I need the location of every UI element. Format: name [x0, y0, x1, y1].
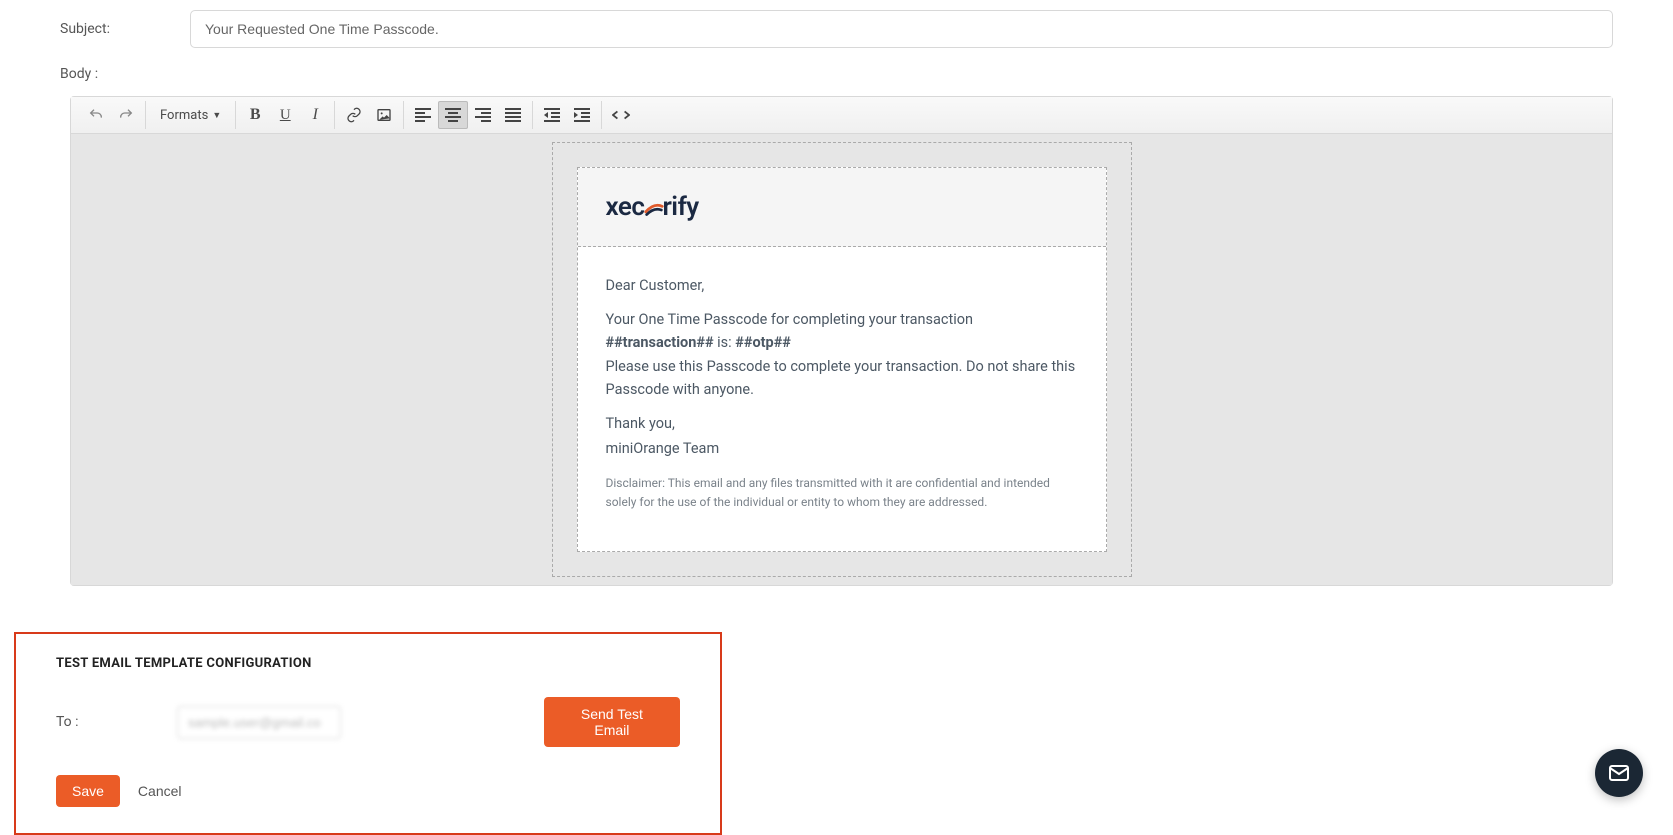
save-button[interactable]: Save [56, 775, 120, 807]
email-team: miniOrange Team [606, 438, 1078, 460]
email-thank: Thank you, [606, 413, 1078, 435]
outdent-icon[interactable] [537, 101, 567, 129]
test-section-title: TEST EMAIL TEMPLATE CONFIGURATION [56, 656, 680, 671]
email-disclaimer: Disclaimer: This email and any files tra… [606, 474, 1078, 511]
redo-icon[interactable] [111, 101, 141, 129]
formats-dropdown[interactable]: Formats ▼ [150, 101, 231, 129]
email-otp-line: Your One Time Passcode for completing yo… [606, 309, 1078, 354]
email-mid: is: [717, 334, 735, 351]
link-icon[interactable] [339, 101, 369, 129]
email-instruction: Please use this Passcode to complete you… [606, 356, 1078, 401]
underline-icon[interactable]: U [270, 101, 300, 129]
logo-text-pre: xec [606, 192, 645, 222]
body-label: Body : [60, 66, 1613, 82]
mail-icon [1607, 761, 1631, 785]
logo-swoosh-icon [643, 199, 663, 219]
align-center-icon[interactable] [438, 101, 468, 129]
align-right-icon[interactable] [468, 101, 498, 129]
editor-toolbar: Formats ▼ B U I [71, 97, 1612, 134]
xecurify-logo: xec rify [606, 192, 1078, 222]
italic-icon[interactable]: I [300, 101, 330, 129]
email-template-wrap: xec rify Dear Customer, Your One Time Pa… [552, 142, 1132, 577]
email-greeting: Dear Customer, [606, 275, 1078, 297]
email-header: xec rify [578, 168, 1106, 247]
code-icon[interactable] [606, 101, 636, 129]
align-left-icon[interactable] [408, 101, 438, 129]
logo-text-post: rify [662, 192, 698, 222]
email-tx-token: ##transaction## [606, 334, 714, 351]
chevron-down-icon: ▼ [212, 110, 221, 121]
subject-label: Subject: [60, 21, 190, 37]
subject-input[interactable] [190, 10, 1613, 48]
email-body: Dear Customer, Your One Time Passcode fo… [578, 247, 1106, 551]
test-email-section: TEST EMAIL TEMPLATE CONFIGURATION To : S… [14, 632, 722, 835]
contact-mail-fab[interactable] [1595, 749, 1643, 797]
email-line1: Your One Time Passcode for completing yo… [606, 311, 974, 328]
align-justify-icon[interactable] [498, 101, 528, 129]
bold-icon[interactable]: B [240, 101, 270, 129]
send-test-email-button[interactable]: Send Test Email [544, 697, 680, 747]
editor-canvas[interactable]: xec rify Dear Customer, Your One Time Pa… [71, 134, 1612, 585]
indent-icon[interactable] [567, 101, 597, 129]
rich-text-editor: Formats ▼ B U I [70, 96, 1613, 586]
undo-icon[interactable] [81, 101, 111, 129]
email-otp-token: ##otp## [735, 334, 791, 351]
to-input[interactable] [177, 706, 341, 739]
image-icon[interactable] [369, 101, 399, 129]
formats-label: Formats [160, 108, 208, 123]
to-label: To : [56, 714, 177, 730]
cancel-button[interactable]: Cancel [138, 783, 182, 799]
